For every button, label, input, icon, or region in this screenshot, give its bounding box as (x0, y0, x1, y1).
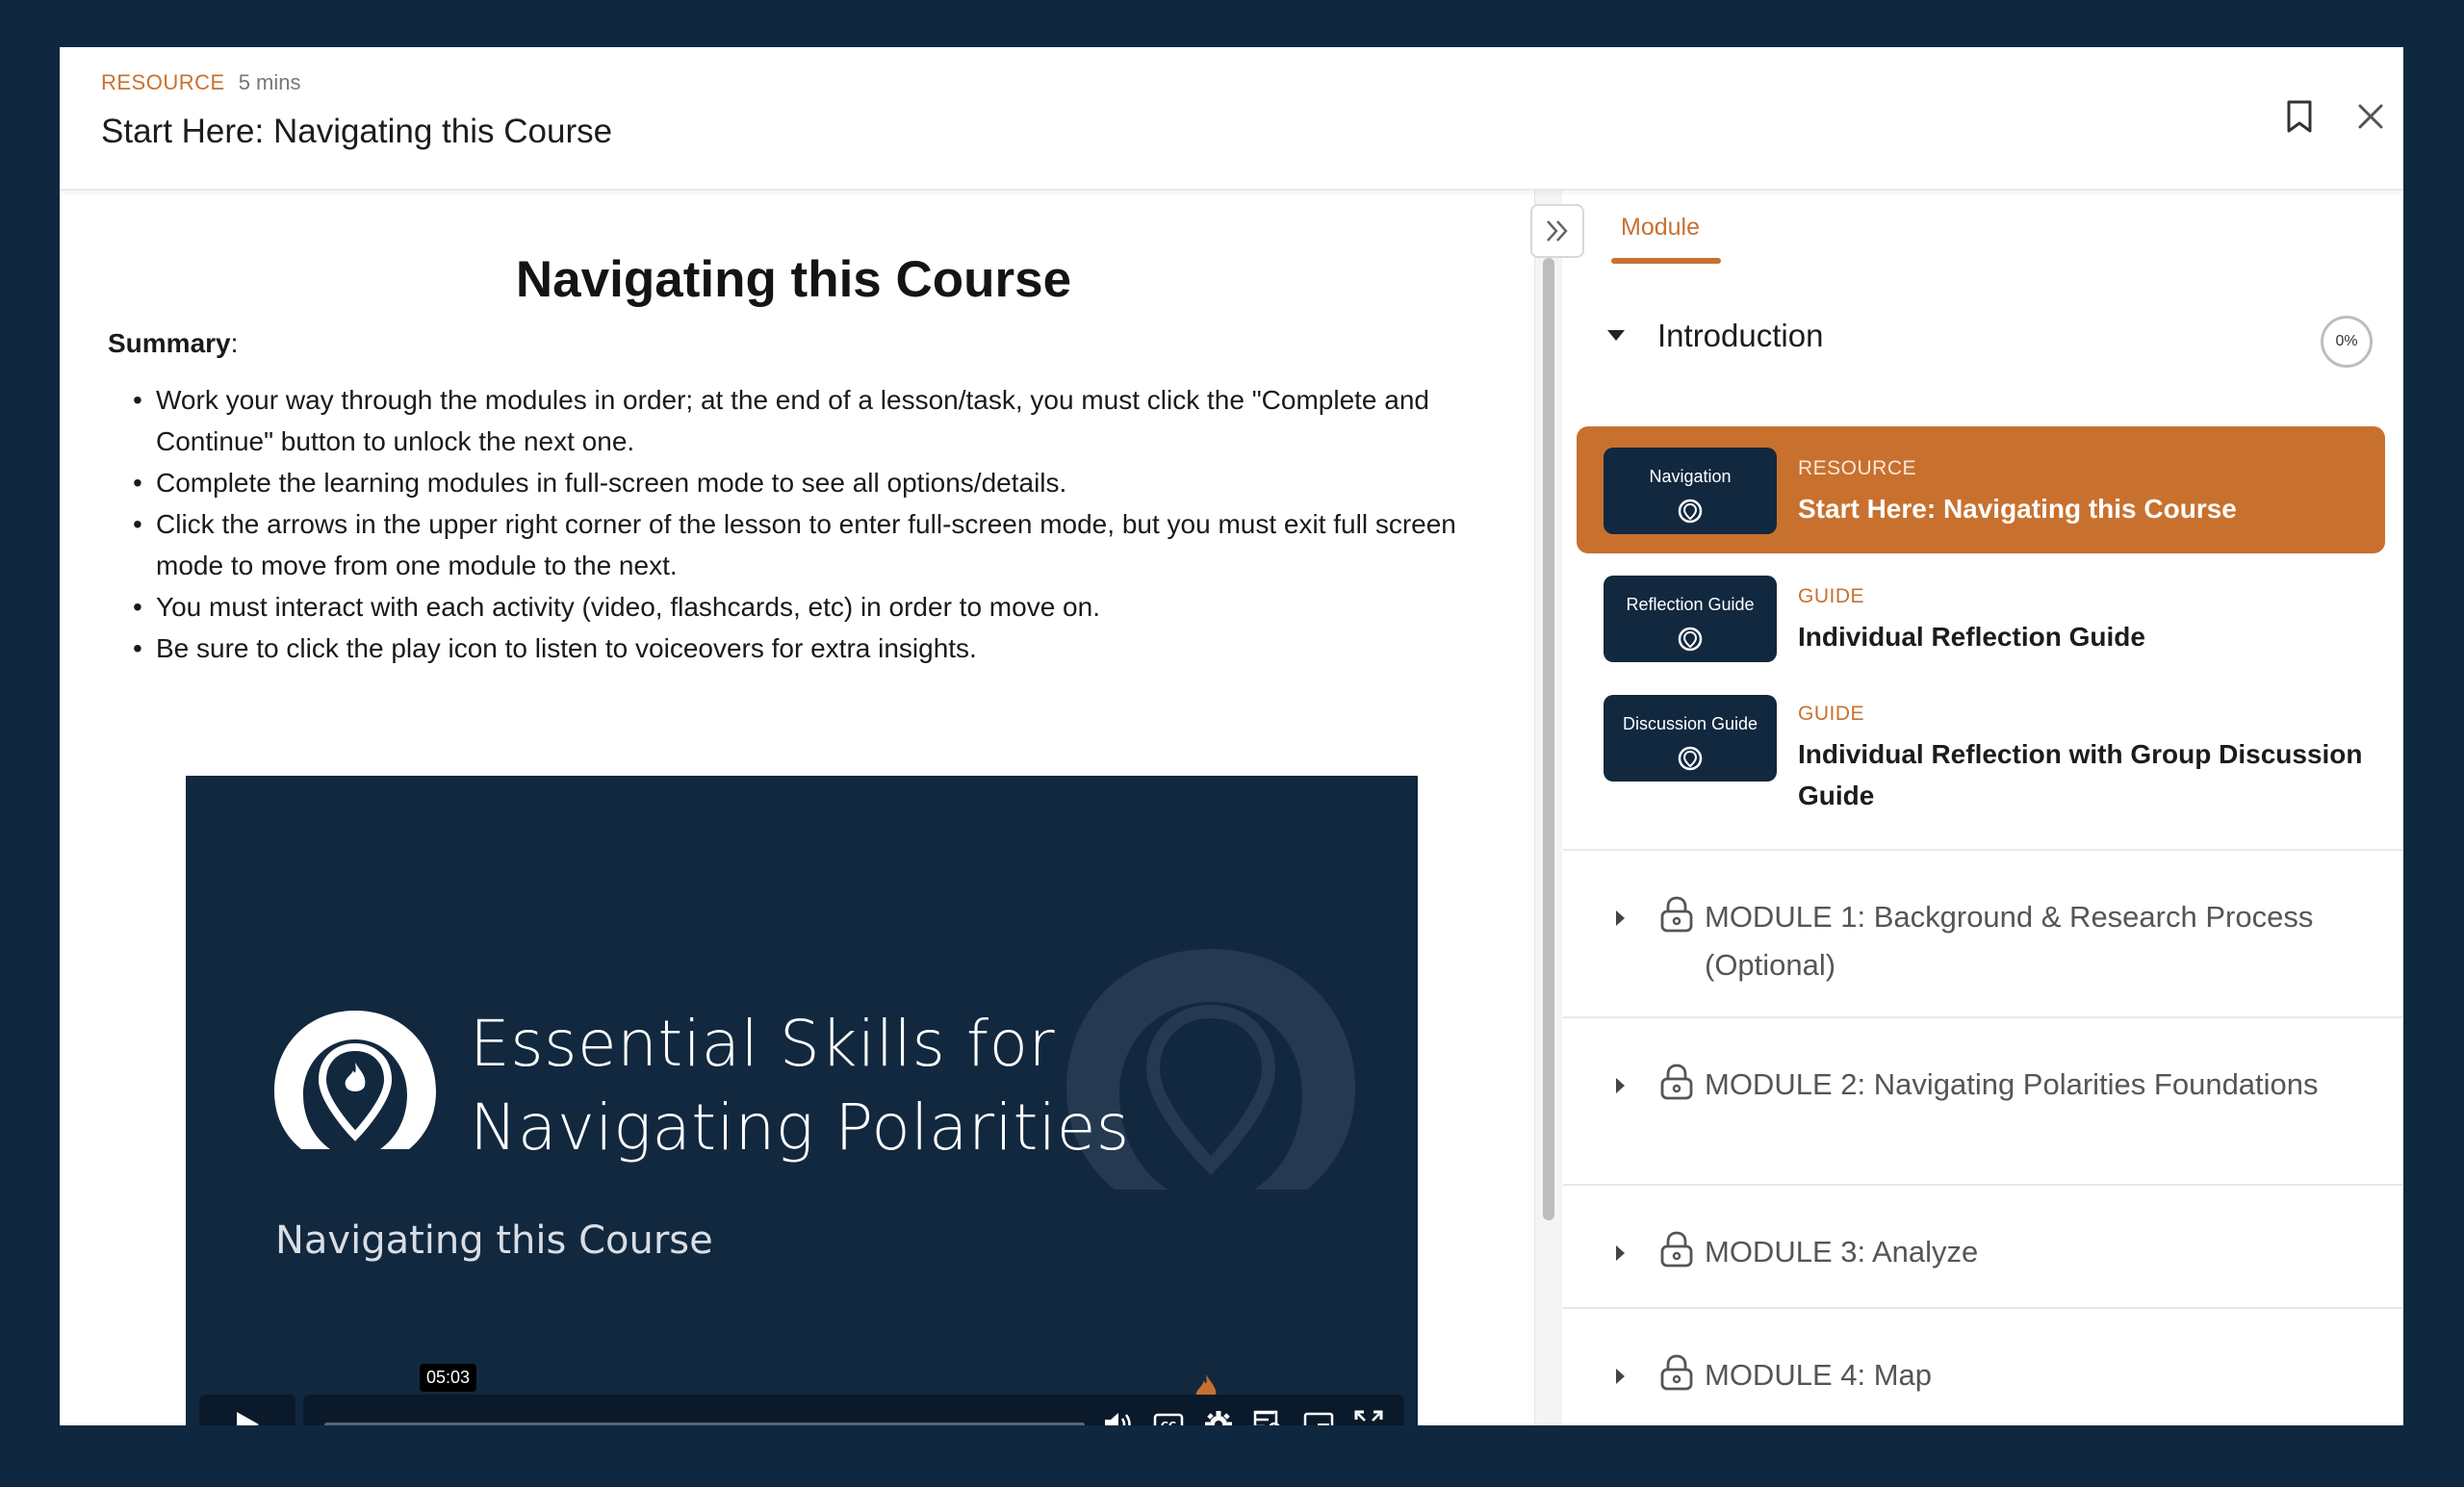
module-2-row[interactable]: MODULE 2: Navigating Polarities Foundati… (1563, 1061, 2403, 1167)
section-divider (1563, 849, 2403, 851)
lesson-item-type: GUIDE (1798, 703, 1865, 725)
section-divider (1563, 1184, 2403, 1186)
transcript-icon (1253, 1410, 1280, 1425)
captions-button[interactable]: CC (1152, 1408, 1185, 1425)
summary-colon: : (230, 328, 239, 358)
caret-right-icon (1616, 1245, 1625, 1261)
fullscreen-button[interactable] (1352, 1408, 1385, 1425)
logo-pin-icon (1678, 499, 1703, 524)
course-logo-icon (274, 1011, 436, 1149)
bookmark-button[interactable] (2278, 95, 2321, 138)
lock-icon (1660, 1231, 1693, 1268)
svg-text:CC: CC (1161, 1420, 1176, 1425)
module-title: MODULE 4: Map (1705, 1358, 1933, 1392)
play-button[interactable] (199, 1395, 295, 1425)
lesson-item-type: GUIDE (1798, 585, 1865, 607)
summary-bullet: You must interact with each activity (vi… (133, 586, 1503, 628)
captions-icon: CC (1153, 1413, 1184, 1425)
video-control-icons: CC (1102, 1408, 1385, 1425)
lock-icon (1660, 896, 1693, 933)
caret-right-icon (1616, 1078, 1625, 1093)
summary-bullet: Complete the learning modules in full-sc… (133, 462, 1503, 503)
lesson-item-title: Individual Reflection Guide (1798, 622, 2145, 652)
fullscreen-icon (1354, 1410, 1383, 1422)
play-icon (237, 1412, 259, 1425)
lesson-type-label: RESOURCE (101, 70, 225, 94)
thumbnail-label: Navigation (1649, 467, 1732, 486)
collapse-sidebar-button[interactable] (1530, 204, 1584, 258)
lesson-item-reflection-guide[interactable]: Reflection Guide GUIDE Individual Reflec… (1577, 554, 2385, 681)
lesson-item-title: Individual Reflection with Group Discuss… (1798, 739, 2363, 810)
section-introduction-title: Introduction (1657, 318, 1824, 353)
bookmark-icon (2287, 100, 2312, 133)
close-button[interactable] (2349, 95, 2392, 138)
lesson-thumbnail: Reflection Guide (1604, 576, 1777, 662)
module-title: MODULE 2: Navigating Polarities Foundati… (1705, 1067, 2319, 1101)
picture-in-picture-icon (1303, 1412, 1334, 1425)
video-controls: 05:03 CC (199, 1364, 1404, 1425)
thumbnail-label: Reflection Guide (1626, 595, 1755, 614)
section-introduction-header[interactable]: Introduction 0% (1602, 316, 2391, 368)
pip-button[interactable] (1302, 1408, 1335, 1425)
content-scrollbar[interactable] (1534, 191, 1562, 1425)
module-title: MODULE 3: Analyze (1705, 1235, 1979, 1269)
module-4-row[interactable]: MODULE 4: Map (1563, 1351, 2403, 1409)
lesson-thumbnail: Navigation (1604, 448, 1777, 534)
tab-module-label: Module (1621, 214, 1700, 241)
section-progress-badge: 0% (2321, 316, 2373, 368)
lesson-content: Navigating this Course Summary: Work you… (60, 191, 1534, 1425)
module-3-row[interactable]: MODULE 3: Analyze (1563, 1228, 2403, 1286)
caret-right-icon (1616, 910, 1625, 926)
section-divider (1563, 1307, 2403, 1309)
video-subtitle: Navigating this Course (275, 1218, 713, 1263)
content-scrollbar-thumb[interactable] (1543, 258, 1554, 1220)
settings-button[interactable] (1202, 1408, 1235, 1425)
thumbnail-label: Discussion Guide (1622, 714, 1758, 733)
logo-pin-icon (1678, 627, 1703, 652)
module-title: MODULE 1: Background & Research Process … (1705, 900, 2314, 982)
lesson-meta: RESOURCE 5 mins (101, 70, 300, 95)
lesson-item-type: RESOURCE (1798, 457, 1917, 479)
video-title-line2: Navigating Polarities (470, 1090, 1130, 1165)
close-icon (2358, 104, 2383, 129)
video-time-tooltip: 05:03 (420, 1364, 477, 1392)
lock-icon (1660, 1354, 1693, 1391)
lesson-item-navigation[interactable]: Navigation RESOURCE Start Here: Navigati… (1577, 426, 2385, 553)
course-sidebar: Module Introduction 0% Navigation RESOUR… (1563, 191, 2403, 1425)
logo-pin-icon (1678, 746, 1703, 771)
double-chevron-right-icon (1547, 220, 1568, 242)
gear-icon (1205, 1411, 1232, 1425)
summary-bullet: Click the arrows in the upper right corn… (133, 503, 1503, 586)
lesson-item-discussion-guide[interactable]: Discussion Guide GUIDE Individual Reflec… (1577, 674, 2385, 828)
lesson-item-title: Start Here: Navigating this Course (1798, 494, 2237, 524)
lesson-duration: 5 mins (238, 70, 301, 94)
caret-down-icon (1607, 330, 1625, 341)
caret-right-icon (1616, 1369, 1625, 1384)
summary-bullet: Work your way through the modules in ord… (133, 379, 1503, 462)
lesson-title: Navigating this Course (515, 251, 1072, 308)
logo-watermark-icon (1066, 949, 1355, 1190)
transcript-button[interactable] (1252, 1408, 1285, 1425)
volume-icon (1105, 1413, 1131, 1425)
section-divider (1563, 1016, 2403, 1018)
summary-heading: Summary: (108, 328, 238, 359)
lesson-thumbnail: Discussion Guide (1604, 695, 1777, 782)
lesson-modal: RESOURCE 5 mins Start Here: Navigating t… (60, 47, 2403, 1425)
lesson-header-title: Start Here: Navigating this Course (101, 113, 613, 150)
module-1-row[interactable]: MODULE 1: Background & Research Process … (1563, 893, 2403, 999)
video-title-line1: Essential Skills for (470, 1007, 1056, 1081)
volume-button[interactable] (1102, 1408, 1135, 1425)
summary-label: Summary (108, 328, 231, 358)
lock-icon (1660, 1064, 1693, 1100)
lesson-header: RESOURCE 5 mins Start Here: Navigating t… (60, 47, 2403, 191)
video-progress-bar[interactable] (324, 1423, 1085, 1425)
summary-bullet: Be sure to click the play icon to listen… (133, 628, 1503, 669)
tab-active-indicator (1611, 258, 1721, 264)
summary-list: Work your way through the modules in ord… (133, 379, 1503, 669)
video-control-bar: 05:03 CC (303, 1364, 1404, 1425)
video-player[interactable]: Essential Skills for Navigating Polariti… (186, 776, 1418, 1425)
